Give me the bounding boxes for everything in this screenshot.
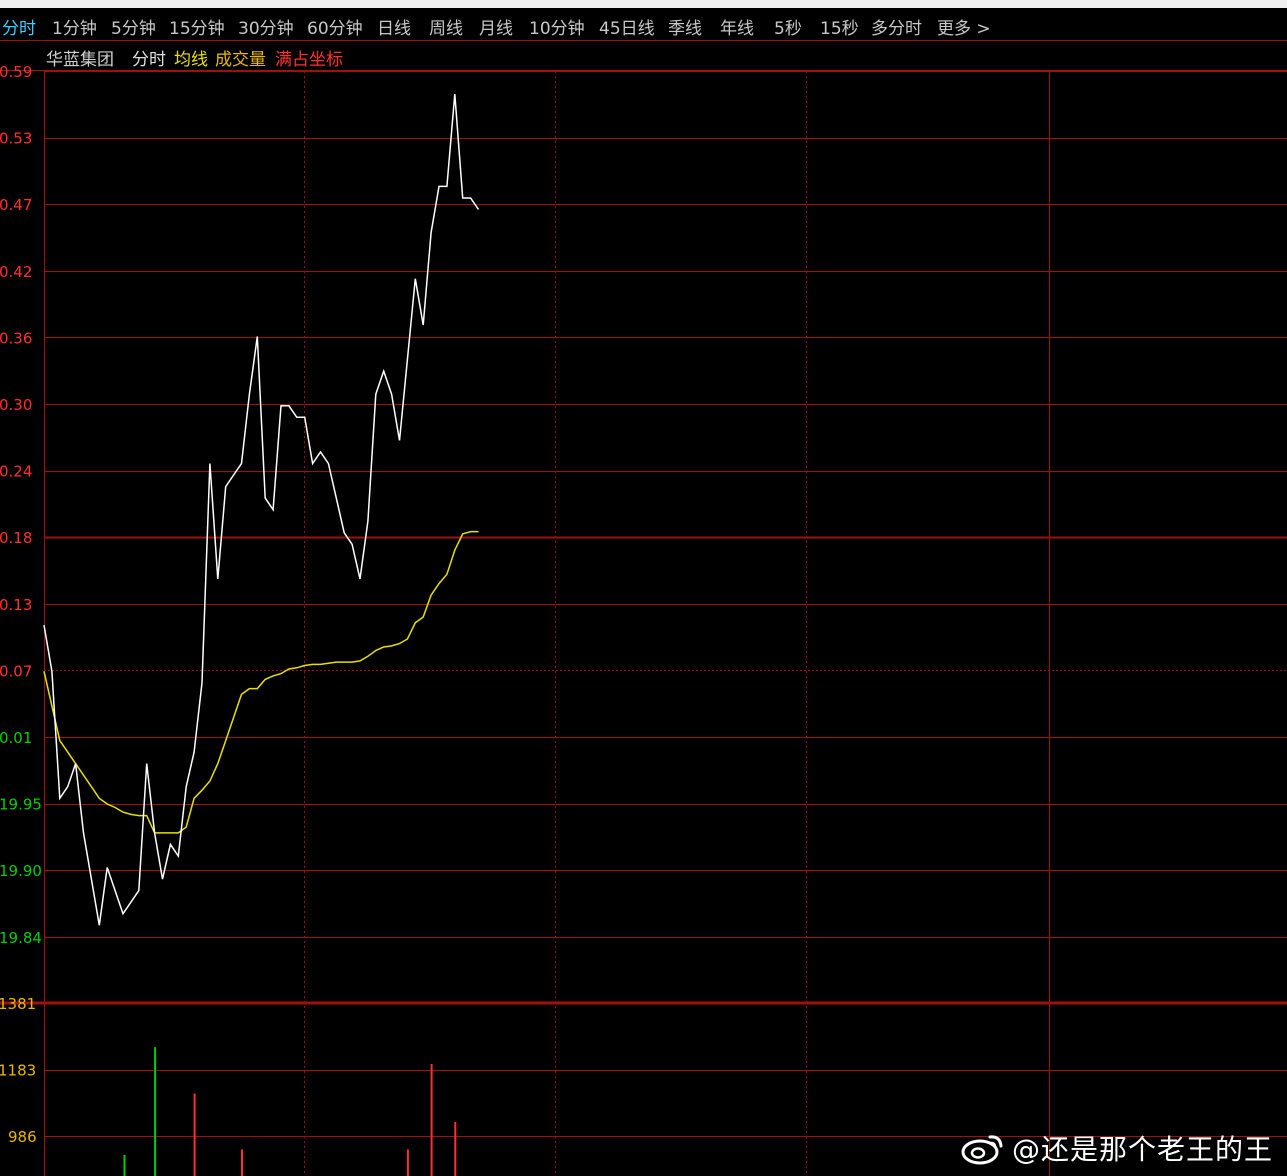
volume-bars bbox=[123, 1047, 457, 1176]
price-line bbox=[43, 94, 480, 926]
price-axis: 0.59 0.53 0.47 0.42 0.36 0.30 0.24 0.18 0.13 0.07… bbox=[0, 63, 42, 947]
avg-price-line bbox=[43, 530, 479, 834]
volume-axis: 1381 1183 986 bbox=[0, 995, 37, 1146]
price-tick-label: 19.84 bbox=[0, 929, 42, 947]
volume-tick-label: 1183 bbox=[0, 1062, 36, 1080]
price-tick-label: 0.42 bbox=[0, 263, 32, 281]
chart-grid bbox=[0, 40, 1287, 1176]
volume-tick-label: 1381 bbox=[0, 995, 36, 1013]
price-tick-label: 0.13 bbox=[0, 596, 32, 614]
price-tick-label: 0.53 bbox=[0, 130, 32, 148]
price-tick-label: 0.59 bbox=[0, 63, 32, 81]
price-tick-label: 0.47 bbox=[0, 196, 32, 214]
price-tick-label: 0.30 bbox=[0, 396, 32, 414]
price-tick-label: 0.07 bbox=[0, 662, 32, 680]
price-tick-label: 0.18 bbox=[0, 529, 32, 547]
watermark-text: @还是那个老王的王 bbox=[1011, 1133, 1273, 1166]
intraday-chart: 0.59 0.53 0.47 0.42 0.36 0.30 0.24 0.18 0.13 0.07… bbox=[0, 40, 1287, 1176]
price-tick-label: 19.95 bbox=[0, 796, 42, 814]
price-tick-label: 0.36 bbox=[0, 329, 32, 347]
price-tick-label: 19.90 bbox=[0, 862, 42, 880]
weibo-watermark: @还是那个老王的王 bbox=[960, 1128, 1273, 1168]
price-tick-label: 0.24 bbox=[0, 463, 32, 481]
volume-tick-label: 986 bbox=[8, 1128, 37, 1146]
weibo-icon bbox=[961, 1135, 1003, 1165]
price-tick-label: 0.01 bbox=[0, 729, 32, 747]
